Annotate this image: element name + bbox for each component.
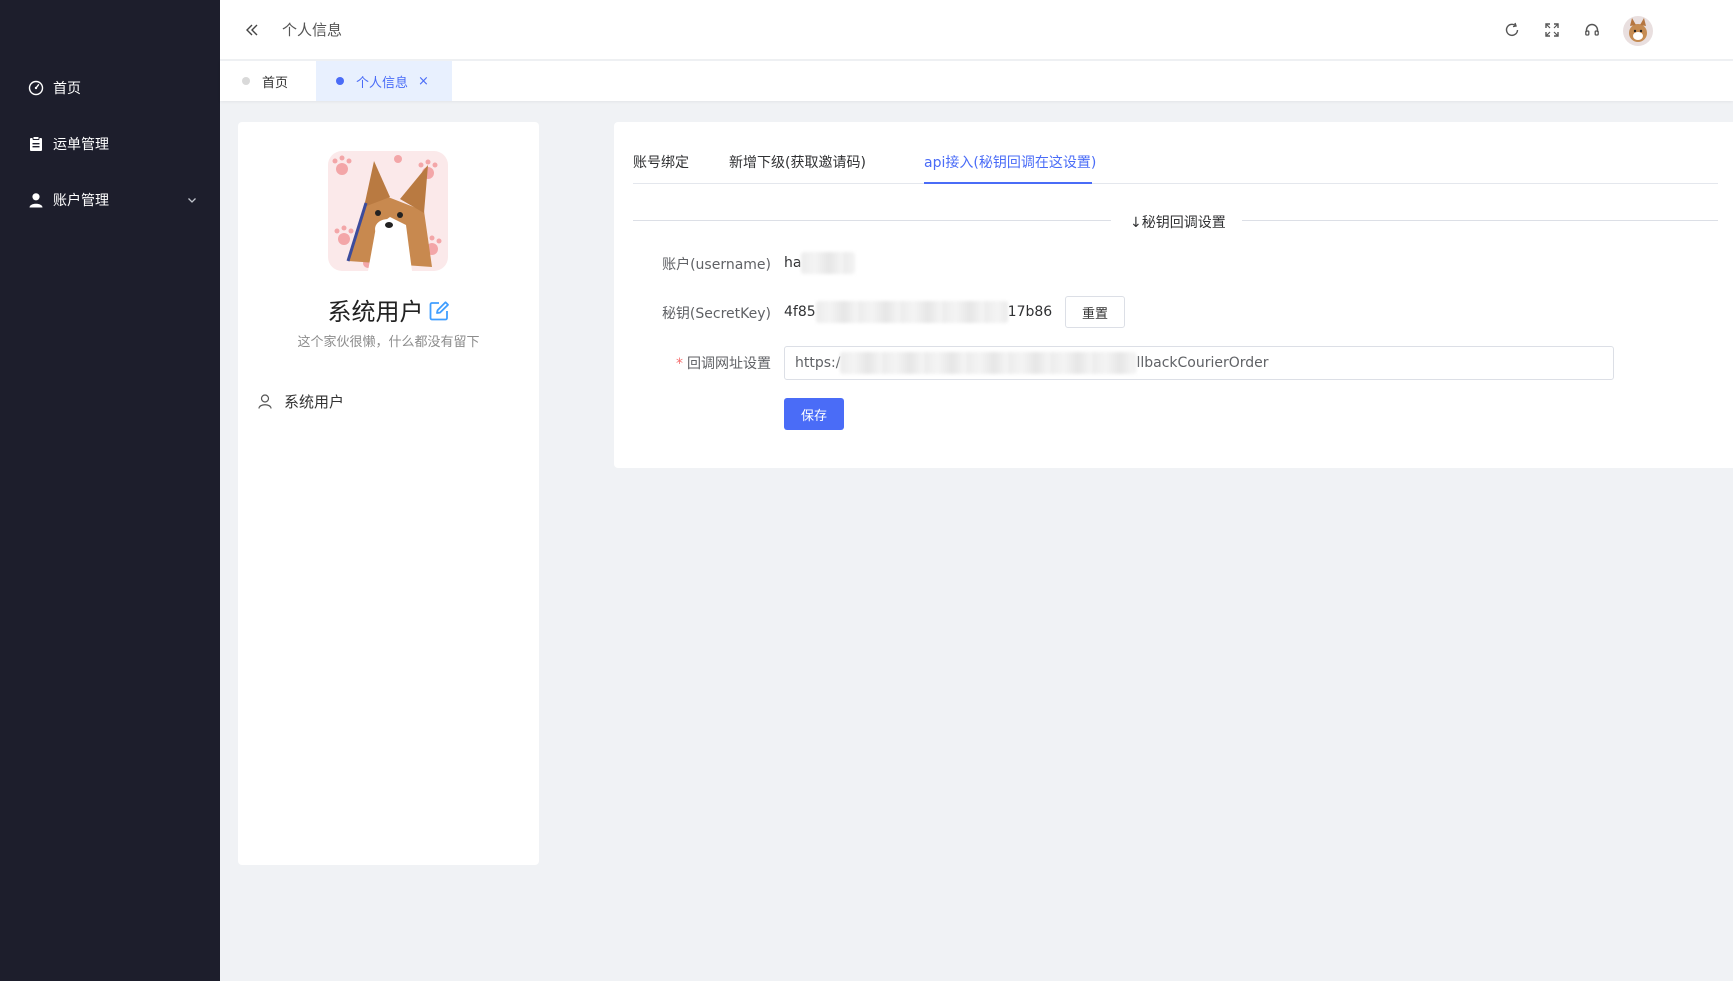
clipboard-icon — [28, 136, 44, 152]
tag-home[interactable]: 首页 — [242, 61, 288, 101]
dashboard-icon — [28, 80, 44, 96]
secret-key-value: 4f85 17b86 — [784, 301, 1052, 323]
collapse-sidebar-icon[interactable] — [242, 20, 262, 40]
tag-dot — [336, 77, 344, 85]
tab-add-subordinate[interactable]: 新增下级(获取邀请码) — [729, 152, 866, 184]
tag-dot — [242, 77, 250, 85]
reset-secret-button[interactable]: 重置 — [1065, 296, 1125, 328]
profile-avatar[interactable] — [328, 151, 448, 271]
profile-role-row: 系统用户 — [258, 391, 344, 412]
settings-tabs: 账号绑定 新增下级(获取邀请码) api接入(秘钥回调在这设置) — [633, 152, 1718, 184]
callback-url-input[interactable]: https:/ llbackCourierOrder — [784, 346, 1614, 380]
profile-name-row: 系统用户 — [238, 292, 539, 328]
username-value: ha — [784, 252, 856, 274]
section-divider — [1242, 220, 1718, 221]
sidebar-item-label: 首页 — [53, 81, 81, 97]
refresh-icon[interactable] — [1503, 21, 1521, 39]
tags-view: 首页 个人信息 × — [220, 61, 1733, 101]
tag-label: 首页 — [262, 75, 289, 91]
profile-card: 系统用户 这个家伙很懒，什么都没有留下 系统用户 — [238, 122, 539, 865]
user-avatar[interactable] — [1623, 16, 1653, 46]
tab-api-access[interactable]: api接入(秘钥回调在这设置) — [924, 152, 1096, 184]
sidebar-item-home[interactable]: 首页 — [0, 60, 220, 116]
close-icon[interactable]: × — [418, 74, 429, 89]
username-text: ha — [784, 255, 802, 271]
callback-url-label: * 回调网址设置 — [614, 353, 771, 373]
tab-account-binding[interactable]: 账号绑定 — [633, 152, 689, 184]
user-outline-icon — [258, 394, 272, 409]
profile-motto: 这个家伙很懒，什么都没有留下 — [297, 335, 480, 350]
profile-role: 系统用户 — [284, 393, 345, 411]
sidebar-item-label: 运单管理 — [53, 137, 109, 153]
section-divider — [633, 220, 1111, 221]
callback-url-prefix: https:/ — [795, 355, 841, 371]
headset-icon[interactable] — [1583, 21, 1601, 39]
required-marker: * — [676, 356, 683, 372]
username-label: 账户(username) — [662, 257, 771, 273]
settings-card: 账号绑定 新增下级(获取邀请码) api接入(秘钥回调在这设置) ↓秘钥回调设置… — [614, 122, 1733, 468]
callback-url-suffix: llbackCourierOrder — [1136, 355, 1269, 371]
secret-key-suffix: 17b86 — [1007, 304, 1053, 320]
sidebar: 首页 运单管理 账户管理 — [0, 0, 220, 981]
callback-url-label-text: 回调网址设置 — [687, 356, 771, 372]
tag-profile[interactable]: 个人信息 × — [316, 61, 452, 101]
breadcrumb: 个人信息 — [282, 21, 343, 39]
fullscreen-icon[interactable] — [1543, 21, 1561, 39]
save-button[interactable]: 保存 — [784, 398, 844, 430]
user-icon — [28, 192, 44, 208]
secret-key-prefix: 4f85 — [784, 304, 816, 320]
secret-key-label: 秘钥(SecretKey) — [661, 306, 771, 322]
edit-icon[interactable] — [428, 300, 450, 328]
sidebar-item-label: 账户管理 — [53, 193, 109, 209]
profile-name: 系统用户 — [327, 298, 424, 326]
redacted-block — [801, 252, 856, 274]
active-tab-indicator — [924, 182, 1092, 184]
chevron-down-icon — [186, 194, 198, 210]
redacted-block — [815, 301, 1008, 323]
top-header: 个人信息 — [220, 0, 1733, 60]
tag-label: 个人信息 — [356, 75, 409, 91]
sidebar-item-waybill[interactable]: 运单管理 — [0, 116, 220, 172]
sidebar-item-account[interactable]: 账户管理 — [0, 172, 220, 228]
redacted-block — [840, 352, 1137, 374]
section-title: ↓秘钥回调设置 — [1130, 215, 1226, 231]
